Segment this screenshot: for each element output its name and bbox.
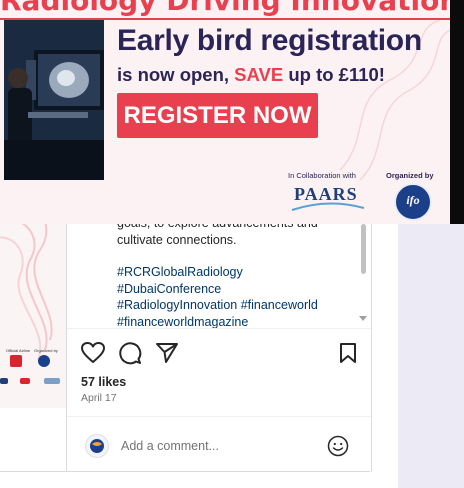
subline-text: is now open, xyxy=(117,64,235,85)
avatar[interactable] xyxy=(85,434,109,458)
scrollbar-thumb[interactable] xyxy=(361,224,366,274)
mini-logo-3 xyxy=(44,378,60,384)
bookmark-icon[interactable] xyxy=(339,342,357,364)
heart-outline-icon[interactable] xyxy=(81,342,105,364)
left-post-footer xyxy=(0,408,66,472)
divider xyxy=(67,328,371,329)
organizer-label: Organized by xyxy=(386,171,434,180)
ad-banner[interactable]: Radiology Driving Innovation Early bird … xyxy=(0,0,450,224)
register-now-button[interactable]: REGISTER NOW xyxy=(117,93,318,138)
like-count[interactable]: 57 likes xyxy=(81,375,126,389)
banner-top-strip: Radiology Driving Innovation xyxy=(0,0,450,20)
post-frame-bottom xyxy=(0,471,370,472)
sponsor-logos-strip: Official Airline Organized by xyxy=(0,348,66,408)
organizer-mini-logo xyxy=(38,355,50,367)
radiologist-photo xyxy=(4,20,104,180)
mini-logo-1 xyxy=(0,378,8,384)
divider xyxy=(67,416,371,417)
mini-caption-left: Official Airline xyxy=(6,348,31,353)
caption-text-partial: goals, to explore advancements and culti… xyxy=(117,222,318,247)
banner-tagline: Radiology Driving Innovation xyxy=(0,0,450,17)
hashtag-link[interactable]: #RadiologyInnovation #financeworld xyxy=(117,297,357,314)
banner-shadow-edge xyxy=(450,0,464,224)
airline-logo xyxy=(10,355,22,367)
hashtag-link[interactable]: #RCRGlobalRadiology xyxy=(117,264,357,281)
caption-scrollbar[interactable] xyxy=(359,222,367,326)
post-caption: goals, to explore advancements and culti… xyxy=(117,222,357,328)
scroll-down-arrow-icon[interactable] xyxy=(359,316,367,321)
mini-caption-right: Organized by xyxy=(34,348,58,353)
mini-logo-2 xyxy=(20,378,30,384)
radiologist-illustration xyxy=(4,20,104,180)
subline-text: up to £110! xyxy=(283,64,385,85)
paars-swoosh-icon xyxy=(291,202,365,211)
comment-input[interactable] xyxy=(121,438,321,454)
post-side-panel: goals, to explore advancements and culti… xyxy=(66,222,372,472)
collaboration-label: In Collaboration with xyxy=(288,171,356,180)
paper-plane-icon[interactable] xyxy=(155,342,179,364)
post-actions-bar xyxy=(81,342,361,368)
banner-subline: is now open, SAVE up to £110! xyxy=(117,64,385,86)
hashtag-link[interactable]: #financeworldmagazine xyxy=(117,314,357,329)
post-date[interactable]: April 17 xyxy=(81,392,117,404)
subline-highlight: SAVE xyxy=(234,64,284,85)
organizer-logo: ifo xyxy=(394,183,432,221)
speech-bubble-icon[interactable] xyxy=(118,341,142,365)
smiley-icon[interactable] xyxy=(327,435,349,457)
banner-headline: Early bird registration xyxy=(117,24,422,57)
caption-hashtags: #RCRGlobalRadiology #DubaiConference #Ra… xyxy=(117,264,357,328)
hashtag-link[interactable]: #DubaiConference xyxy=(117,281,357,298)
organizer-logo-text: ifo xyxy=(406,193,420,207)
globe-logo-icon xyxy=(90,439,104,453)
